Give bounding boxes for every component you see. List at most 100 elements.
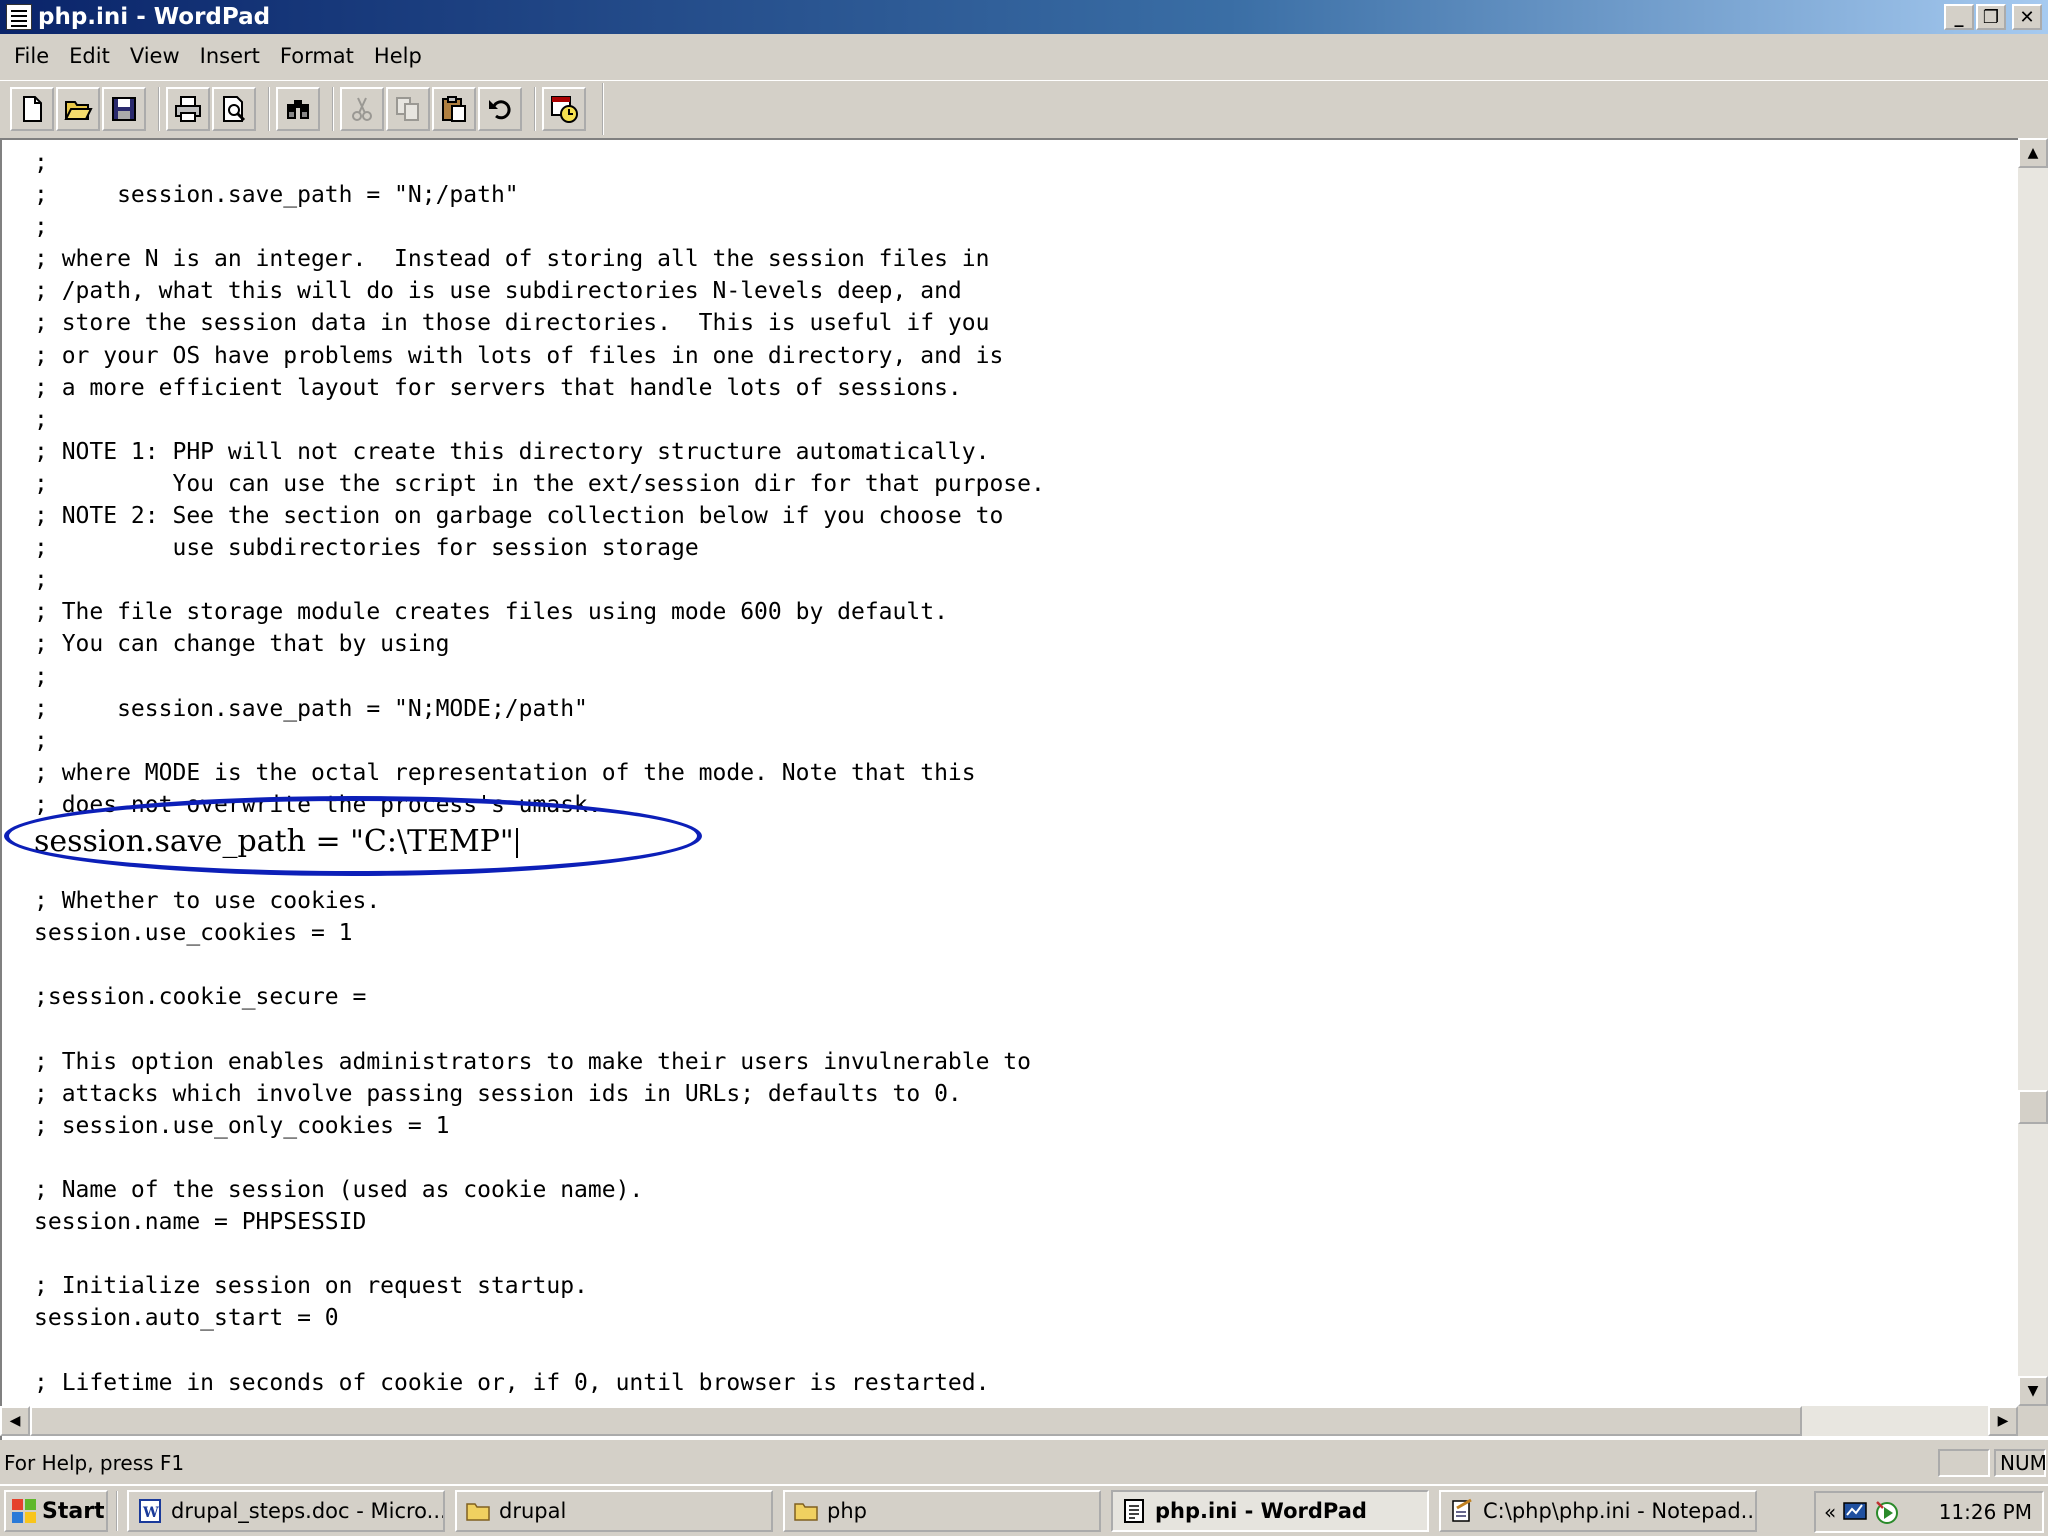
text-line[interactable]: ; or your OS have problems with lots of …	[34, 343, 1994, 375]
text-line[interactable]: ; session.use_only_cookies = 1	[34, 1113, 1994, 1145]
text-line[interactable]	[34, 1145, 1994, 1177]
text-line[interactable]: ; where N is an integer. Instead of stor…	[34, 246, 1994, 278]
system-clock[interactable]: 11:26 PM	[1939, 1500, 2032, 1524]
text-line[interactable]: ; NOTE 1: PHP will not create this direc…	[34, 439, 1994, 471]
text-line[interactable]: ; This option enables administrators to …	[34, 1049, 1994, 1081]
copy-button[interactable]	[386, 86, 430, 131]
new-button[interactable]	[10, 86, 54, 131]
start-label: Start	[42, 1498, 105, 1524]
text-line[interactable]: ; You can change that by using	[34, 631, 1994, 663]
wordpad-icon	[1124, 1499, 1144, 1523]
document-editor[interactable]: ; ; session.save_path = "N;/path" ; ; wh…	[0, 138, 2048, 1440]
undo-button[interactable]	[478, 86, 522, 131]
vertical-scrollbar[interactable]: ▲ ▼	[2018, 138, 2048, 1406]
text-line[interactable]: ;	[34, 150, 1994, 182]
save-button[interactable]	[102, 86, 146, 131]
triangle-down-icon: ▼	[2027, 1383, 2039, 1399]
text-line[interactable]: ;session.cookie_secure =	[34, 984, 1994, 1016]
date-time-icon	[551, 95, 578, 123]
task-label: php.ini - WordPad	[1155, 1499, 1367, 1523]
status-bar: For Help, press F1 NUM	[0, 1446, 2048, 1480]
text-line[interactable]: ; a more efficient layout for servers th…	[34, 375, 1994, 407]
text-line[interactable]: ;	[34, 407, 1994, 439]
text-line[interactable]: ; session.save_path = "N;/path"	[34, 182, 1994, 214]
text-line[interactable]: ;	[34, 214, 1994, 246]
menu-format[interactable]: Format	[270, 42, 364, 70]
text-line[interactable]: session.name = PHPSESSID	[34, 1209, 1994, 1241]
horizontal-scrollbar[interactable]: ◀ ▶	[0, 1406, 2018, 1436]
text-line[interactable]: ;	[34, 664, 1994, 696]
menu-insert[interactable]: Insert	[190, 42, 270, 70]
notepad-icon	[1452, 1498, 1472, 1522]
undo-arrow-icon	[489, 99, 511, 119]
menu-help[interactable]: Help	[364, 42, 432, 70]
wordpad-icon[interactable]	[6, 4, 32, 30]
start-button[interactable]: Start	[4, 1490, 108, 1532]
print-button[interactable]	[166, 86, 210, 131]
text-line[interactable]: session.auto_start = 0	[34, 1305, 1994, 1337]
scroll-down-button[interactable]: ▼	[2018, 1376, 2048, 1406]
paste-button[interactable]	[432, 86, 476, 131]
horizontal-scroll-thumb[interactable]	[30, 1406, 1802, 1436]
media-player-icon[interactable]	[1874, 1499, 1900, 1525]
new-document-icon	[23, 95, 42, 122]
text-line[interactable]: ; You can use the script in the ext/sess…	[34, 471, 1994, 503]
text-line[interactable]: ; attacks which involve passing session …	[34, 1081, 1994, 1113]
text-line[interactable]: ; use subdirectories for session storage	[34, 535, 1994, 567]
text-line[interactable]: ; session.save_path = "N;MODE;/path"	[34, 696, 1994, 728]
document-text[interactable]: ; ; session.save_path = "N;/path" ; ; wh…	[34, 150, 1994, 1400]
text-line[interactable]: ;	[34, 728, 1994, 760]
text-line[interactable]: ; where MODE is the octal representation…	[34, 760, 1994, 792]
annotation-ellipse	[4, 796, 702, 876]
task-wordpad[interactable]: php.ini - WordPad	[1111, 1490, 1429, 1532]
printer-icon	[175, 95, 201, 122]
task-label: C:\php\php.ini - Notepad...	[1483, 1499, 1757, 1523]
task-drupal-folder[interactable]: drupal	[455, 1490, 773, 1532]
text-line[interactable]: ; The file storage module creates files …	[34, 599, 1994, 631]
text-line[interactable]: ; /path, what this will do is use subdir…	[34, 278, 1994, 310]
find-tool-group	[268, 86, 320, 131]
network-monitor-icon[interactable]	[1842, 1499, 1868, 1525]
num-lock-indicator: NUM	[1994, 1449, 2047, 1477]
text-line[interactable]: ; Whether to use cookies.	[34, 888, 1994, 920]
text-line[interactable]	[34, 1017, 1994, 1049]
text-line[interactable]: session.use_cookies = 1	[34, 920, 1994, 952]
menu-view[interactable]: View	[120, 42, 190, 70]
menu-file[interactable]: File	[4, 42, 59, 70]
scroll-right-button[interactable]: ▶	[1988, 1406, 2018, 1436]
text-line[interactable]: ; Lifetime in seconds of cookie or, if 0…	[34, 1370, 1994, 1400]
text-line[interactable]	[34, 1241, 1994, 1273]
text-line[interactable]: ;	[34, 567, 1994, 599]
open-button[interactable]	[56, 86, 100, 131]
window-title: php.ini - WordPad	[38, 4, 271, 30]
minimize-button[interactable]: _	[1944, 4, 1974, 30]
task-php-folder[interactable]: php	[783, 1490, 1101, 1532]
task-label: drupal_steps.doc - Micro...	[171, 1499, 445, 1523]
text-line[interactable]: ; NOTE 2: See the section on garbage col…	[34, 503, 1994, 535]
cut-button[interactable]	[340, 86, 384, 131]
text-line[interactable]: ; Initialize session on request startup.	[34, 1273, 1994, 1305]
text-line[interactable]	[34, 1337, 1994, 1369]
text-line[interactable]: ; Name of the session (used as cookie na…	[34, 1177, 1994, 1209]
print-tool-group	[158, 86, 256, 131]
text-line[interactable]	[34, 952, 1994, 984]
scroll-left-button[interactable]: ◀	[0, 1406, 30, 1436]
date-time-button[interactable]	[542, 86, 586, 131]
menu-edit[interactable]: Edit	[59, 42, 120, 70]
task-notepad[interactable]: C:\php\php.ini - Notepad...	[1439, 1490, 1757, 1532]
task-word-document[interactable]: W drupal_steps.doc - Micro...	[127, 1490, 445, 1532]
scroll-up-button[interactable]: ▲	[2018, 138, 2048, 168]
print-preview-button[interactable]	[212, 86, 256, 131]
vertical-scroll-thumb[interactable]	[2018, 1090, 2048, 1124]
word-doc-icon: W	[139, 1499, 161, 1523]
scroll-track[interactable]	[1802, 1406, 1988, 1436]
restore-button[interactable]: ❐	[1976, 4, 2006, 30]
folder-icon	[794, 1503, 818, 1521]
tray-expand-button[interactable]: «	[1824, 1500, 1836, 1524]
close-button[interactable]: ✕	[2012, 4, 2042, 30]
text-line[interactable]: ; store the session data in those direct…	[34, 310, 1994, 342]
triangle-up-icon: ▲	[2027, 145, 2039, 161]
toolbar-end-separator	[602, 82, 605, 135]
folder-icon	[466, 1503, 490, 1521]
find-button[interactable]	[276, 86, 320, 131]
